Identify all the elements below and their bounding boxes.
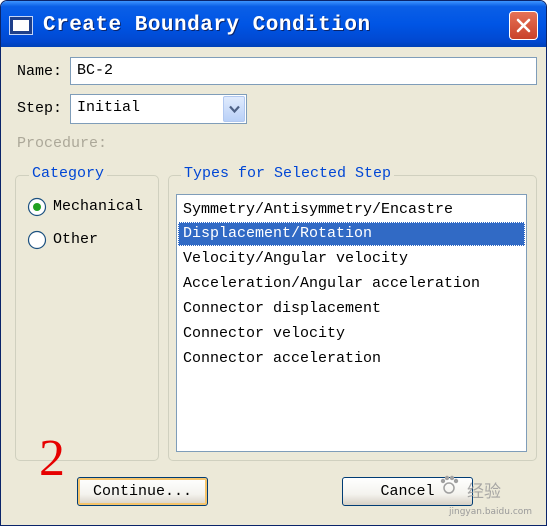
list-item-selected[interactable]: Displacement/Rotation [178, 222, 525, 246]
dropdown-button[interactable] [223, 96, 245, 122]
chevron-down-icon [229, 105, 240, 114]
radio-other[interactable] [27, 230, 47, 250]
step-select-value: Initial [77, 99, 141, 116]
step-select[interactable]: Initial [70, 94, 247, 124]
types-legend: Types for Selected Step [181, 165, 395, 182]
radio-label-mechanical[interactable]: Mechanical [53, 198, 143, 215]
list-item[interactable]: Connector velocity [178, 322, 525, 346]
category-legend: Category [29, 165, 108, 182]
list-item[interactable]: Connector displacement [178, 297, 525, 321]
create-boundary-condition-dialog: Create Boundary Condition Name: BC-2 Ste… [0, 0, 547, 526]
list-item[interactable]: Acceleration/Angular acceleration [178, 272, 525, 296]
window-icon [9, 16, 33, 35]
close-icon [516, 18, 531, 33]
list-item[interactable]: Symmetry/Antisymmetry/Encastre [178, 198, 525, 222]
step-number-annotation: 2 [39, 430, 65, 487]
name-label: Name: [17, 63, 63, 80]
category-group [15, 175, 159, 461]
watermark-text: 经验 [467, 482, 501, 502]
name-input[interactable]: BC-2 [70, 57, 537, 85]
step-label: Step: [17, 100, 63, 117]
title-bar[interactable]: Create Boundary Condition [1, 1, 546, 47]
radio-mechanical[interactable] [27, 197, 47, 217]
paw-logo-icon [440, 475, 459, 494]
watermark-url: jingyan.baidu.com [449, 507, 533, 517]
list-item[interactable]: Velocity/Angular velocity [178, 247, 525, 271]
dialog-title: Create Boundary Condition [43, 14, 371, 37]
types-listbox[interactable]: Symmetry/Antisymmetry/Encastre Displacem… [176, 194, 527, 452]
procedure-label: Procedure: [17, 135, 108, 152]
continue-button[interactable]: Continue... [77, 477, 208, 506]
close-button[interactable] [509, 11, 538, 40]
list-item[interactable]: Connector acceleration [178, 347, 525, 371]
radio-label-other[interactable]: Other [53, 231, 98, 248]
